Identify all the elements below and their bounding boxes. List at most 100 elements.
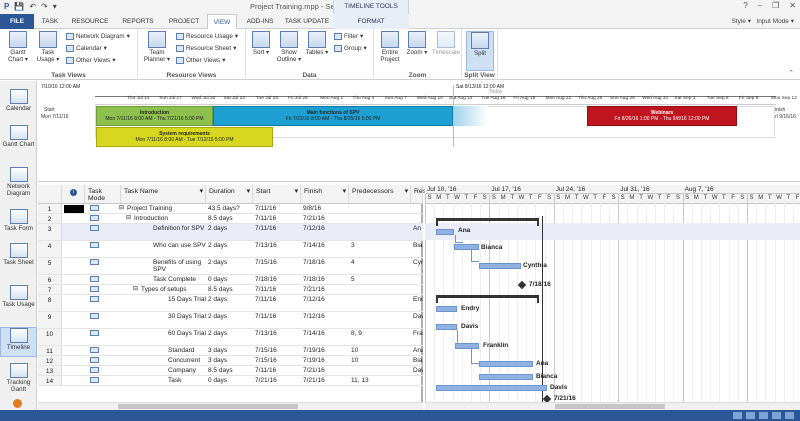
duration-cell[interactable]: 43.5 days?: [208, 205, 253, 212]
predecessors-cell[interactable]: 10: [351, 347, 411, 354]
team-planner-button[interactable]: Team Planner ▾: [142, 31, 172, 63]
predecessors-cell[interactable]: 11, 13: [351, 377, 411, 384]
task-name-cell[interactable]: 15 Days Trial: [168, 296, 206, 303]
table-row[interactable]: 13 Company 8.5 days 7/11/16 7/21/16 Dav: [38, 366, 423, 376]
gantt-view-shortcut-icon[interactable]: [733, 412, 742, 419]
timeline-bar-webinars[interactable]: Webinars Fri 8/26/16 1:00 PM - Thu 9/8/1…: [587, 106, 737, 126]
duration-cell[interactable]: 3 days: [208, 347, 253, 354]
report-shortcut-icon[interactable]: [785, 412, 794, 419]
predecessors-cell[interactable]: 4: [351, 259, 411, 266]
resource-names-cell[interactable]: An: [413, 225, 423, 232]
table-row[interactable]: 2 ⊟ Introduction 8.5 days 7/11/16 7/21/16: [38, 214, 423, 224]
task-usage-button[interactable]: Task Usage ▾: [34, 31, 62, 63]
tab-format[interactable]: FORMAT: [333, 14, 409, 29]
table-row[interactable]: 1 ⊟ Project Training 43.5 days? 7/11/16 9/8/1…: [38, 204, 423, 214]
finish-cell[interactable]: 7/21/16: [303, 377, 349, 384]
task-name-cell[interactable]: Task: [168, 377, 206, 384]
start-cell[interactable]: 7/11/16: [255, 313, 301, 320]
finish-cell[interactable]: 9/8/16: [303, 205, 349, 212]
more-views-icon[interactable]: [13, 399, 22, 408]
column-header-predecessors[interactable]: Predecessors ▾: [349, 185, 411, 204]
start-cell[interactable]: 7/11/16: [255, 215, 301, 222]
finish-cell[interactable]: 7/21/16: [303, 215, 349, 222]
filter-dropdown[interactable]: Filter ▾: [334, 32, 363, 41]
calendar-button[interactable]: Calendar ▾: [66, 44, 107, 53]
task-name-cell[interactable]: Introduction: [134, 215, 206, 222]
milestone-task-complete[interactable]: [517, 280, 527, 290]
other-resource-views-button[interactable]: Other Views ▾: [176, 56, 225, 65]
predecessors-cell[interactable]: 3: [351, 242, 411, 249]
resource-names-cell[interactable]: Fra: [413, 330, 423, 337]
row-number[interactable]: 10: [38, 329, 62, 345]
view-calendar[interactable]: Calendar: [0, 89, 37, 121]
gantt-bar-company[interactable]: [436, 385, 547, 391]
gantt-bar-standard[interactable]: [479, 361, 533, 367]
collapse-toggle-icon[interactable]: ⊟: [133, 286, 141, 293]
row-number[interactable]: 2: [38, 214, 62, 223]
task-name-cell[interactable]: Types of setups: [141, 286, 206, 293]
resource-usage-button[interactable]: Resource Usage ▾: [176, 32, 238, 41]
row-number[interactable]: 13: [38, 366, 62, 375]
predecessors-cell[interactable]: 8, 9: [351, 330, 411, 337]
duration-cell[interactable]: 8.5 days: [208, 286, 253, 293]
table-row[interactable]: 6 Task Complete 0 days 7/18/16 7/18/16 5: [38, 275, 423, 285]
row-number[interactable]: 6: [38, 275, 62, 284]
finish-cell[interactable]: 7/12/16: [303, 225, 349, 232]
row-number[interactable]: 12: [38, 356, 62, 365]
task-usage-shortcut-icon[interactable]: [746, 412, 755, 419]
duration-cell[interactable]: 2 days: [208, 242, 253, 249]
duration-cell[interactable]: 2 days: [208, 225, 253, 232]
other-task-views-button[interactable]: Other Views ▾: [66, 56, 115, 65]
finish-cell[interactable]: 7/21/16: [303, 286, 349, 293]
view-timeline[interactable]: Timeline: [0, 327, 37, 357]
table-row[interactable]: 10 60 Days Trial 2 days 7/13/16 7/14/16 8, 9F…: [38, 329, 423, 346]
restore-button[interactable]: ❐: [772, 1, 779, 10]
summary-bar-introduction[interactable]: [436, 218, 539, 226]
column-header-task-mode[interactable]: Task Mode: [85, 185, 121, 204]
column-header-duration[interactable]: Duration ▾: [206, 185, 253, 204]
view-gantt-chart[interactable]: Gantt Chart: [0, 125, 37, 165]
resource-names-cell[interactable]: Cyr: [413, 259, 423, 266]
gantt-chart-button[interactable]: Gantt Chart ▾: [4, 31, 32, 63]
resource-names-cell[interactable]: Bia: [413, 242, 423, 249]
duration-cell[interactable]: 0 days: [208, 377, 253, 384]
split-view-button[interactable]: Split: [466, 31, 494, 71]
start-cell[interactable]: 7/21/16: [255, 377, 301, 384]
summary-bar-types-of-setups[interactable]: [436, 295, 539, 303]
row-number[interactable]: 1: [38, 204, 62, 213]
view-task-usage[interactable]: Task Usage: [0, 285, 37, 323]
tab-view[interactable]: VIEW: [207, 14, 237, 30]
table-row[interactable]: 8 15 Days Trial 2 days 7/11/16 7/12/16 End: [38, 295, 423, 312]
start-cell[interactable]: 7/13/16: [255, 242, 301, 249]
redo-icon[interactable]: ↷: [41, 2, 48, 12]
view-network-diagram[interactable]: Network Diagram: [0, 167, 37, 207]
start-cell[interactable]: 7/11/16: [255, 296, 301, 303]
table-row[interactable]: 9 30 Days Trial 2 days 7/11/16 7/12/16 Dav: [38, 312, 423, 329]
collapse-toggle-icon[interactable]: ⊟: [126, 215, 134, 222]
finish-cell[interactable]: 7/18/16: [303, 276, 349, 283]
resource-names-cell[interactable]: Bia: [413, 357, 423, 364]
save-icon[interactable]: 💾: [14, 2, 24, 12]
group-dropdown[interactable]: Group ▾: [334, 44, 367, 53]
finish-cell[interactable]: 7/19/16: [303, 357, 349, 364]
collapse-toggle-icon[interactable]: ⊟: [119, 205, 127, 212]
timeline-bar-introduction[interactable]: Introduction Mon 7/11/16 8:00 AM - Thu 7…: [96, 106, 213, 126]
network-diagram-button[interactable]: Network Diagram ▾: [66, 32, 130, 41]
help-icon[interactable]: ?: [743, 1, 747, 10]
start-cell[interactable]: 7/18/16: [255, 276, 301, 283]
finish-cell[interactable]: 7/19/16: [303, 347, 349, 354]
task-name-cell[interactable]: Project Training: [127, 205, 206, 212]
finish-cell[interactable]: 7/21/16: [303, 367, 349, 374]
timeline-bar-main-functions[interactable]: Main functions of SPV Fri 7/22/16 8:00 A…: [213, 106, 453, 126]
task-name-cell[interactable]: Who can use SPV: [153, 242, 206, 249]
start-cell[interactable]: 7/11/16: [255, 225, 301, 232]
row-number[interactable]: 4: [38, 241, 62, 257]
view-task-sheet[interactable]: Task Sheet: [0, 243, 37, 281]
table-row[interactable]: 12 Concurrent 3 days 7/15/16 7/19/16 10 Bia: [38, 356, 423, 366]
duration-cell[interactable]: 2 days: [208, 313, 253, 320]
resource-names-cell[interactable]: Ana: [413, 347, 423, 354]
task-name-cell[interactable]: Task Complete: [153, 276, 206, 283]
tab-resource[interactable]: RESOURCE: [66, 14, 114, 29]
predecessors-cell[interactable]: 5: [351, 276, 411, 283]
show-outline-button[interactable]: Show Outline ▾: [275, 31, 303, 63]
